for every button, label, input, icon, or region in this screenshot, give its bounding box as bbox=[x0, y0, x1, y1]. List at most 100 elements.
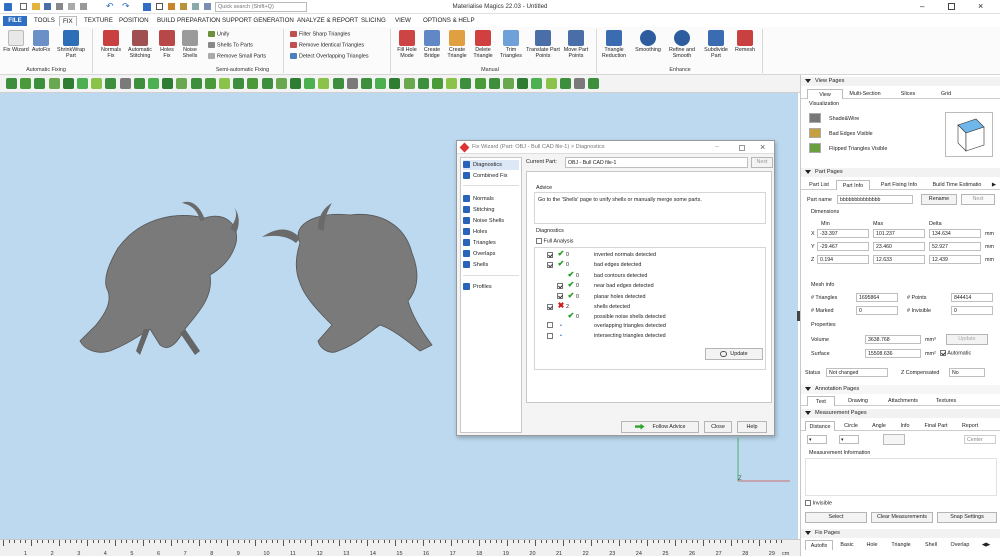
diagnostic-checkbox[interactable] bbox=[557, 293, 563, 300]
view-tool-icon[interactable] bbox=[361, 78, 372, 89]
tab-final-part[interactable]: Final Part bbox=[919, 421, 953, 431]
view-tool-icon[interactable] bbox=[559, 78, 571, 89]
select-button[interactable]: Select bbox=[805, 512, 867, 523]
tab-attachments[interactable]: Attachments bbox=[881, 396, 925, 406]
view-tool-icon[interactable] bbox=[6, 78, 17, 89]
translate-part-points-button[interactable]: Translate Part Points bbox=[526, 30, 560, 59]
filter-sharp-triangles-button[interactable]: Filter Sharp Triangles bbox=[290, 31, 350, 38]
center-dropdown[interactable]: Center bbox=[964, 435, 996, 444]
volume-field[interactable]: 3638.768 bbox=[865, 335, 921, 344]
part-name-field[interactable]: bbbbbbbbbbbbbb bbox=[837, 195, 913, 204]
surface-field[interactable]: 15508.636 bbox=[865, 349, 921, 358]
measure-type-1-dropdown[interactable]: ▾ bbox=[807, 435, 827, 444]
tab-build-time[interactable]: Build Time Estimatio bbox=[927, 180, 987, 190]
tab-hole[interactable]: Hole bbox=[863, 540, 881, 550]
menu-file[interactable]: FILE bbox=[3, 16, 27, 26]
view-tool-icon[interactable] bbox=[432, 78, 443, 89]
normals-fix-button[interactable]: Normals Fix bbox=[98, 30, 124, 59]
dim-delta-field[interactable]: 52.927 bbox=[929, 242, 981, 251]
part-pages-header[interactable]: Part Pages bbox=[801, 168, 1000, 177]
tab-scroll-right-icon[interactable]: ▶ bbox=[989, 180, 999, 190]
diagnostic-checkbox[interactable] bbox=[547, 251, 553, 258]
view-tool-icon[interactable] bbox=[304, 78, 316, 89]
view-tool-icon[interactable] bbox=[275, 78, 287, 89]
view-tool-icon[interactable] bbox=[148, 78, 159, 89]
dim-delta-field[interactable]: 12.439 bbox=[929, 255, 981, 264]
view-tool-icon[interactable] bbox=[119, 78, 131, 89]
view-tool-icon[interactable] bbox=[48, 78, 60, 89]
dialog-minimize-button[interactable]: – bbox=[715, 143, 719, 150]
triangles-field[interactable]: 1695864 bbox=[856, 293, 898, 302]
view-tool-icon[interactable] bbox=[219, 78, 230, 89]
view-tool-icon[interactable] bbox=[460, 78, 472, 89]
view-tool-icon[interactable] bbox=[162, 78, 174, 89]
tab-triangle[interactable]: Triangle bbox=[887, 540, 915, 550]
view-tool-icon[interactable] bbox=[545, 78, 557, 89]
dim-min-field[interactable]: -33.397 bbox=[817, 229, 869, 238]
full-analysis-checkbox[interactable]: Full Analysis bbox=[536, 238, 573, 244]
menu-texture[interactable]: TEXTURE bbox=[81, 16, 116, 26]
nav-combined-fix[interactable]: Combined Fix bbox=[463, 171, 508, 181]
smoothing-button[interactable]: Smoothing bbox=[632, 30, 664, 53]
view-tool-icon[interactable] bbox=[346, 78, 358, 89]
nav-overlaps[interactable]: Overlaps bbox=[463, 249, 495, 259]
shrinkwrap-button[interactable]: ShrinkWrap Part bbox=[54, 30, 88, 59]
dialog-help-button[interactable]: Help bbox=[737, 421, 767, 433]
rename-button[interactable]: Rename bbox=[921, 194, 957, 205]
fix-pages-header[interactable]: Fix Pages bbox=[801, 529, 1000, 538]
invisible-check[interactable] bbox=[805, 500, 811, 506]
status-field[interactable]: Not changed bbox=[826, 368, 888, 377]
tab-scroll-icon[interactable]: ◀▶ bbox=[977, 540, 995, 550]
follow-advice-button[interactable]: Follow Advice bbox=[621, 421, 699, 433]
view-tool-icon[interactable] bbox=[91, 78, 103, 89]
noise-shells-button[interactable]: Noise Shells bbox=[178, 30, 202, 59]
dialog-close-button[interactable]: Close bbox=[704, 421, 732, 433]
invisible-checkbox[interactable]: Invisible bbox=[805, 500, 832, 506]
nav-holes[interactable]: Holes bbox=[463, 227, 487, 237]
next-part-button[interactable]: Next bbox=[961, 194, 995, 205]
tab-slices[interactable]: Slices bbox=[891, 89, 925, 99]
measure-tool-dropdown[interactable] bbox=[883, 434, 905, 445]
dim-min-field[interactable]: 0.194 bbox=[817, 255, 869, 264]
diagnostic-checkbox[interactable] bbox=[557, 282, 563, 289]
view-tool-icon[interactable] bbox=[105, 78, 117, 89]
detect-overlapping-triangles-button[interactable]: Detect Overlapping Triangles bbox=[290, 53, 369, 60]
menu-tools[interactable]: TOOLS bbox=[31, 16, 58, 26]
move-part-points-button[interactable]: Move Part Points bbox=[561, 30, 591, 59]
menu-support-generation[interactable]: SUPPORT GENERATION bbox=[219, 16, 297, 26]
remove-identical-triangles-button[interactable]: Remove Identical Triangles bbox=[290, 42, 364, 49]
view-tool-icon[interactable] bbox=[204, 78, 216, 89]
view-tool-icon[interactable] bbox=[531, 78, 543, 89]
fix-wizard-button[interactable]: Fix Wizard bbox=[2, 30, 30, 53]
full-analysis-check[interactable] bbox=[536, 238, 542, 244]
view-tool-icon[interactable] bbox=[233, 78, 245, 89]
view-tool-icon[interactable] bbox=[247, 78, 259, 89]
view-tool-icon[interactable] bbox=[474, 78, 486, 89]
z-compensated-field[interactable]: No bbox=[949, 368, 985, 377]
nav-stitching[interactable]: Stitching bbox=[463, 205, 494, 215]
nav-triangles[interactable]: Triangles bbox=[463, 238, 496, 248]
tab-report[interactable]: Report bbox=[956, 421, 984, 431]
clear-measurements-button[interactable]: Clear Measurements bbox=[871, 512, 933, 523]
view-tool-icon[interactable] bbox=[20, 78, 32, 89]
menu-slicing[interactable]: SLICING bbox=[358, 16, 389, 26]
diagnostic-checkbox[interactable] bbox=[547, 332, 553, 339]
nav-diagnostics[interactable]: Diagnostics bbox=[463, 160, 519, 170]
dim-delta-field[interactable]: 134.634 bbox=[929, 229, 981, 238]
refine-and-smooth-button[interactable]: Refine and Smooth bbox=[665, 30, 699, 59]
view-tool-icon[interactable] bbox=[517, 78, 529, 89]
view-tool-icon[interactable] bbox=[190, 78, 202, 89]
view-tool-icon[interactable] bbox=[318, 78, 330, 89]
diagnostic-checkbox[interactable] bbox=[547, 303, 553, 310]
tab-part-info[interactable]: Part Info bbox=[836, 180, 870, 190]
tab-basic[interactable]: Basic bbox=[837, 540, 857, 550]
remove-small-parts-button[interactable]: Remove Small Parts bbox=[208, 53, 266, 60]
tab-shell[interactable]: Shell bbox=[919, 540, 943, 550]
unify-button[interactable]: Unify bbox=[208, 31, 229, 38]
view-tool-icon[interactable] bbox=[62, 78, 74, 89]
view-tool-icon[interactable] bbox=[488, 78, 500, 89]
points-field[interactable]: 844414 bbox=[951, 293, 993, 302]
tab-view[interactable]: View bbox=[807, 89, 843, 99]
tab-grid[interactable]: Grid bbox=[929, 89, 963, 99]
measure-type-2-dropdown[interactable]: ▾ bbox=[839, 435, 859, 444]
